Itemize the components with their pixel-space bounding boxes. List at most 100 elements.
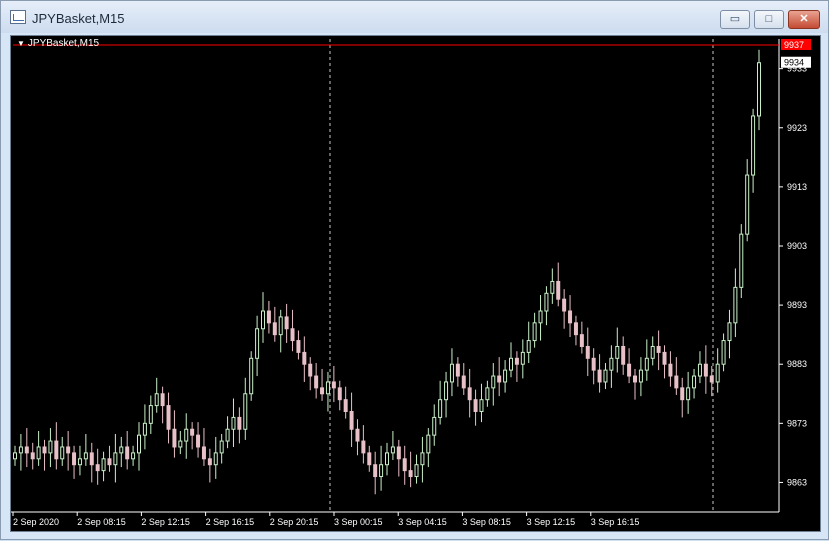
candle-body: [615, 345, 620, 359]
chart-window: JPYBasket,M15 ▭ □ ✕ 9863 9873 9883 9893 9903…: [0, 0, 829, 540]
candle-body: [219, 440, 224, 454]
candle-body: [709, 375, 714, 383]
candle-body: [455, 363, 460, 377]
candle-body: [703, 363, 708, 377]
candle-body: [485, 387, 490, 401]
candle-body: [331, 381, 336, 389]
chart-symbol-label[interactable]: ▼ JPYBasket,M15: [17, 38, 99, 49]
candlestick-chart: 986398739883989399039913992399332 Sep 20…: [11, 39, 811, 527]
candle-body: [668, 363, 673, 377]
candle-body: [196, 434, 201, 448]
candle-body: [77, 458, 82, 466]
time-tick-label: 3 Sep 16:15: [591, 517, 640, 527]
candle-body: [656, 345, 661, 353]
candle-body: [373, 464, 378, 478]
time-tick-label: 2 Sep 08:15: [77, 517, 126, 527]
candle-body: [266, 310, 271, 324]
candle-body: [172, 428, 177, 448]
candle-body: [24, 446, 29, 454]
candle-body: [48, 440, 53, 454]
price-tick-label: 9883: [787, 359, 807, 369]
candle-body: [497, 375, 502, 383]
candle-body: [503, 369, 508, 383]
candle-body: [538, 310, 543, 324]
candle-body: [201, 446, 206, 460]
time-tick-label: 2 Sep 16:15: [206, 517, 255, 527]
candle-body: [562, 298, 567, 312]
candle-body: [396, 446, 401, 460]
candle-body: [95, 464, 100, 472]
candle-body: [272, 322, 277, 336]
candle-body: [432, 416, 437, 436]
candle-body: [72, 452, 77, 466]
candle-body: [355, 428, 360, 442]
candle-body: [603, 369, 608, 383]
time-tick-label: 3 Sep 04:15: [398, 517, 447, 527]
candle-body: [473, 399, 478, 413]
candle-body: [727, 322, 732, 342]
candle-body: [568, 310, 573, 324]
candle-body: [573, 322, 578, 336]
candle-body: [414, 464, 419, 478]
candle-body: [261, 310, 265, 330]
candle-body: [609, 357, 614, 371]
time-tick-label: 2 Sep 20:15: [270, 517, 319, 527]
candle-body: [367, 452, 372, 466]
candle-body: [30, 452, 35, 460]
candle-body: [337, 387, 342, 401]
candle-body: [449, 363, 454, 383]
candle-body: [119, 446, 124, 454]
candle-body: [644, 357, 649, 371]
candle-body: [148, 405, 153, 424]
candle-body: [36, 446, 41, 460]
price-tick-label: 9893: [787, 300, 807, 310]
candle-body: [479, 399, 484, 413]
candle-body: [290, 328, 295, 342]
candle-body: [154, 393, 159, 407]
candle-body: [42, 446, 47, 454]
candle-body: [89, 452, 94, 466]
candle-body: [745, 174, 750, 235]
candle-body: [18, 446, 23, 454]
candle-body: [692, 375, 697, 389]
price-tick-label: 9863: [787, 477, 807, 487]
candle-body: [597, 369, 602, 383]
chart-symbol-text: JPYBasket,M15: [27, 38, 100, 49]
candle-body: [526, 340, 531, 353]
time-tick-label: 3 Sep 08:15: [462, 517, 511, 527]
candle-body: [438, 399, 443, 418]
candle-body: [733, 286, 738, 324]
candle-body: [509, 357, 513, 371]
candle-body: [721, 340, 726, 365]
candle-body: [13, 452, 17, 460]
price-tick-label: 9913: [787, 182, 807, 192]
price-tick-label: 9903: [787, 241, 807, 251]
candle-body: [83, 452, 88, 460]
candle-body: [461, 375, 466, 389]
candle-body: [408, 470, 413, 478]
candle-body: [278, 316, 283, 336]
candle-body: [60, 446, 65, 460]
candle-body: [420, 452, 425, 466]
candle-body: [697, 363, 702, 377]
candle-body: [591, 357, 596, 371]
chart-menu-arrow-icon: ▼: [17, 39, 25, 48]
candle-body: [349, 411, 354, 430]
candle-body: [131, 452, 136, 460]
candle-body: [444, 381, 449, 401]
candle-body: [302, 351, 307, 365]
candle-body: [296, 340, 301, 353]
candle-body: [101, 458, 106, 472]
candle-body: [514, 357, 519, 365]
candle-body: [621, 345, 626, 365]
candle-body: [54, 440, 59, 460]
candle-body: [638, 369, 643, 383]
candle-body: [390, 446, 395, 454]
candle-body: [66, 446, 71, 454]
candle-body: [184, 428, 189, 442]
time-tick-label: 3 Sep 12:15: [527, 517, 576, 527]
candle-body: [243, 393, 248, 430]
candle-body: [520, 351, 525, 365]
price-label: 9937: [784, 40, 804, 50]
candle-body: [491, 375, 496, 389]
